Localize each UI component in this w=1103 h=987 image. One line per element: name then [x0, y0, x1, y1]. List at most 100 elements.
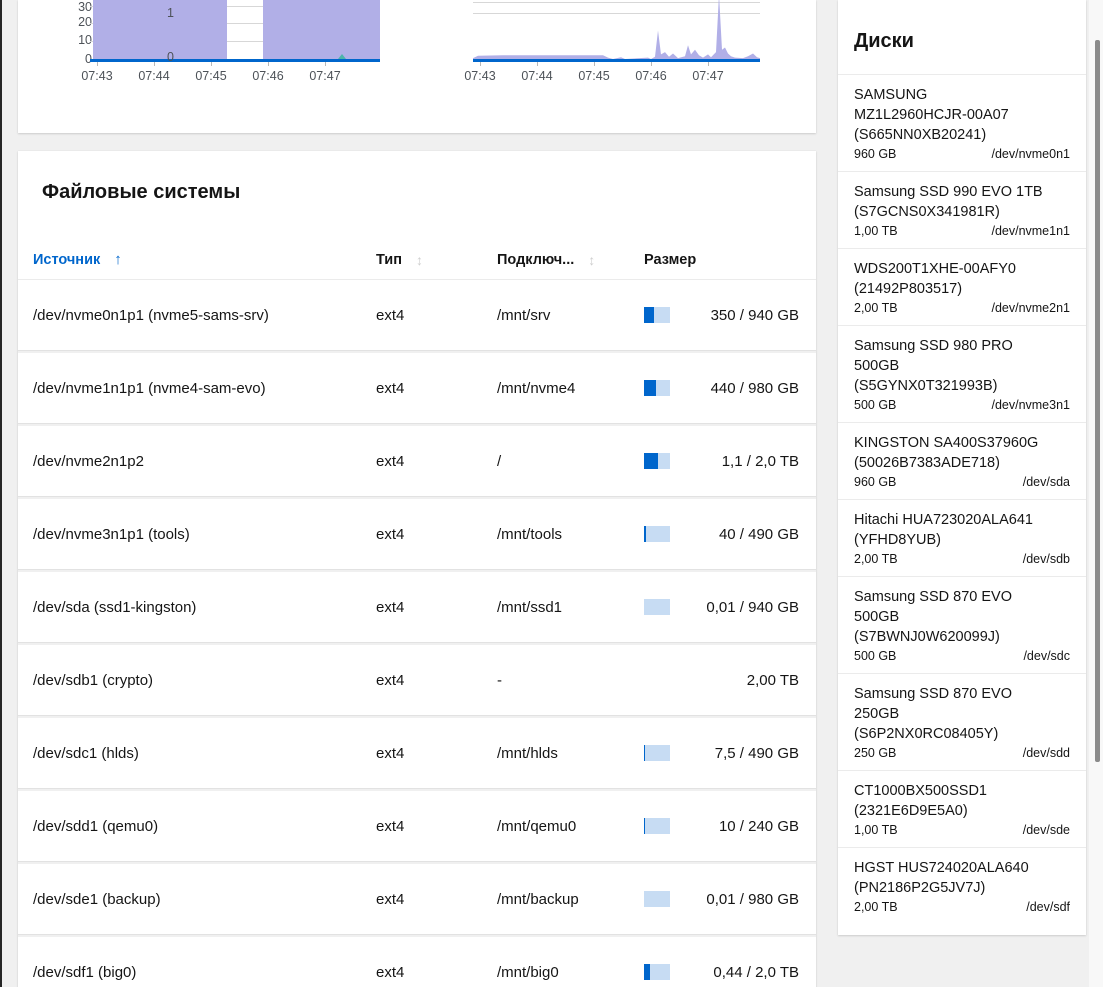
disk-size: 1,00 TB: [854, 823, 898, 837]
disk-list-item[interactable]: CT1000BX500SSD1 (2321E6D9E5A0) 1,00 TB /…: [838, 770, 1086, 847]
y-axis-label: 0: [85, 52, 92, 66]
axis-tick: [594, 62, 595, 66]
axis-tick: [211, 62, 212, 66]
disk-size: 1,00 TB: [854, 224, 898, 238]
disk-list-item[interactable]: WDS200T1XHE-00AFY0 (21492P803517) 2,00 T…: [838, 248, 1086, 325]
table-row[interactable]: /dev/nvme1n1p1 (nvme4-sam-evo) ext4 /mnt…: [18, 353, 816, 423]
disk-list-item[interactable]: Hitachi HUA723020ALA641 (YFHD8YUB) 2,00 …: [838, 499, 1086, 576]
x-axis-label: 07:44: [521, 69, 553, 83]
filesystems-card: Файловые системы Источник ↑ Тип ↕ Подклю…: [18, 151, 816, 987]
table-row[interactable]: /dev/sda (ssd1-kingston) ext4 /mnt/ssd1 …: [18, 572, 816, 642]
column-label: Тип: [376, 251, 402, 268]
table-row[interactable]: /dev/nvme2n1p2 ext4 / 1,1 / 2,0 TB: [18, 426, 816, 496]
fs-type: ext4: [376, 963, 405, 981]
sort-ascending-icon: ↑: [114, 251, 122, 268]
fs-type: ext4: [376, 306, 405, 324]
disk-name: KINGSTON SA400S37960G (50026B7383ADE718): [854, 435, 1039, 471]
fs-source: /dev/sda (ssd1-kingston): [33, 598, 197, 616]
fs-size: 10 / 240 GB: [718, 817, 799, 835]
fs-source: /dev/sde1 (backup): [33, 890, 161, 908]
fs-mountpoint: -: [497, 671, 502, 689]
fs-size: 7,5 / 490 GB: [714, 744, 799, 762]
x-axis-label: 07:46: [252, 69, 284, 83]
disks-title: Диски: [838, 0, 1086, 75]
disk-list-item[interactable]: HGST HUS724020ALA640 (PN2186P2G5JV7J) 2,…: [838, 847, 1086, 924]
usage-bar: [644, 380, 670, 396]
fs-type: ext4: [376, 671, 405, 689]
disk-list-item[interactable]: Samsung SSD 870 EVO 500GB (S7BWNJ0W62009…: [838, 576, 1086, 673]
y-axis-label: 10: [78, 33, 92, 47]
y-axis-label: 20: [78, 15, 92, 29]
disk-device-path: /dev/nvme0n1: [991, 147, 1070, 161]
disk-list-item[interactable]: Samsung SSD 990 EVO 1TB (S7GCNS0X341981R…: [838, 171, 1086, 248]
fs-size: 0,01 / 980 GB: [706, 890, 799, 908]
disk-name: Hitachi HUA723020ALA641 (YFHD8YUB): [854, 512, 1033, 548]
table-row[interactable]: /dev/nvme0n1p1 (nvme5-sams-srv) ext4 /mn…: [18, 280, 816, 350]
fs-source: /dev/sdb1 (crypto): [33, 671, 154, 689]
x-axis-label: 07:43: [464, 69, 496, 83]
axis-tick: [97, 62, 98, 66]
table-row[interactable]: /dev/sde1 (backup) ext4 /mnt/backup 0,01…: [18, 864, 816, 934]
fs-source: /dev/nvme2n1p2: [33, 452, 144, 470]
usage-bar-fill: [644, 380, 656, 396]
disk-name: HGST HUS724020ALA640 (PN2186P2G5JV7J): [854, 860, 1029, 896]
chart-plot-area: [473, 0, 760, 62]
x-axis-label: 07:47: [692, 69, 724, 83]
disk-size: 500 GB: [854, 398, 897, 412]
axis-tick: [154, 62, 155, 66]
cockpit-storage-page: { "colors": { "accent_blue": "#0066cc", …: [0, 0, 1103, 987]
column-header-type[interactable]: Тип ↕: [376, 252, 497, 268]
disk-list-item[interactable]: Samsung SSD 980 PRO 500GB (S5GYNX0T32199…: [838, 325, 1086, 422]
fs-mountpoint: /mnt/srv: [497, 306, 551, 324]
usage-charts-card: 30 20 10 0 1 0 07:43 07:44 07:45 07:46 07:47…: [18, 0, 816, 133]
disk-list-item[interactable]: KINGSTON SA400S37960G (50026B7383ADE718)…: [838, 422, 1086, 499]
table-row[interactable]: /dev/sdb1 (crypto) ext4 - 2,00 TB: [18, 645, 816, 715]
x-axis-label: 07:46: [635, 69, 667, 83]
disk-name: Samsung SSD 870 EVO 500GB (S7BWNJ0W62009…: [854, 589, 1012, 645]
disk-device-path: /dev/sdb: [1022, 552, 1070, 566]
fs-size: 40 / 490 GB: [718, 525, 799, 543]
fs-source: /dev/sdd1 (qemu0): [33, 817, 159, 835]
fs-mountpoint: /mnt/ssd1: [497, 598, 563, 616]
fs-mountpoint: /mnt/nvme4: [497, 379, 576, 397]
disk-device-path: /dev/sdd: [1022, 746, 1070, 760]
table-row[interactable]: /dev/nvme3n1p1 (tools) ext4 /mnt/tools 4…: [18, 499, 816, 569]
usage-bar-fill: [644, 745, 645, 761]
disk-list-item[interactable]: SAMSUNG MZ1L2960HCJR-00A07 (S665NN0XB202…: [838, 75, 1086, 171]
scrollbar-thumb[interactable]: [1095, 40, 1100, 762]
x-axis-label: 07:45: [195, 69, 227, 83]
disk-size: 500 GB: [854, 649, 897, 663]
disk-device-path: /dev/nvme2n1: [991, 301, 1070, 315]
disk-name: Samsung SSD 990 EVO 1TB (S7GCNS0X341981R…: [854, 184, 1043, 220]
column-header-source[interactable]: Источник ↑: [33, 251, 376, 268]
usage-bar-fill: [644, 818, 645, 834]
usage-bar: [644, 891, 670, 907]
y-axis-label: 1: [167, 6, 174, 20]
fs-mountpoint: /mnt/big0: [497, 963, 559, 981]
fs-source: /dev/nvme0n1p1 (nvme5-sams-srv): [33, 306, 269, 324]
fs-type: ext4: [376, 379, 405, 397]
fs-mountpoint: /mnt/qemu0: [497, 817, 577, 835]
axis-tick: [651, 62, 652, 66]
disk-size: 250 GB: [854, 746, 897, 760]
disk-device-path: /dev/sdc: [1023, 649, 1070, 663]
disk-device-path: /dev/nvme3n1: [991, 398, 1070, 412]
table-row[interactable]: /dev/sdf1 (big0) ext4 /mnt/big0 0,44 / 2…: [18, 937, 816, 987]
disks-card: Диски SAMSUNG MZ1L2960HCJR-00A07 (S665NN…: [838, 0, 1086, 935]
fs-type: ext4: [376, 744, 405, 762]
disk-list-item[interactable]: Samsung SSD 870 EVO 250GB (S6P2NX0RC0840…: [838, 673, 1086, 770]
fs-source: /dev/nvme1n1p1 (nvme4-sam-evo): [33, 379, 266, 397]
table-row[interactable]: /dev/sdd1 (qemu0) ext4 /mnt/qemu0 10 / 2…: [18, 791, 816, 861]
disk-name: Samsung SSD 870 EVO 250GB (S6P2NX0RC0840…: [854, 686, 1012, 742]
usage-bar-fill: [644, 964, 650, 980]
table-row[interactable]: /dev/sdc1 (hlds) ext4 /mnt/hlds 7,5 / 49…: [18, 718, 816, 788]
axis-tick: [268, 62, 269, 66]
usage-bar-fill: [644, 453, 658, 469]
fs-size: 350 / 940 GB: [710, 306, 799, 324]
column-header-mountpoint[interactable]: Подключ... ↕: [497, 252, 644, 268]
fs-mountpoint: /mnt/backup: [497, 890, 579, 908]
fs-size: 2,00 TB: [746, 671, 799, 689]
disk-device-path: /dev/nvme1n1: [991, 224, 1070, 238]
fs-size: 1,1 / 2,0 TB: [721, 452, 799, 470]
fs-type: ext4: [376, 525, 405, 543]
